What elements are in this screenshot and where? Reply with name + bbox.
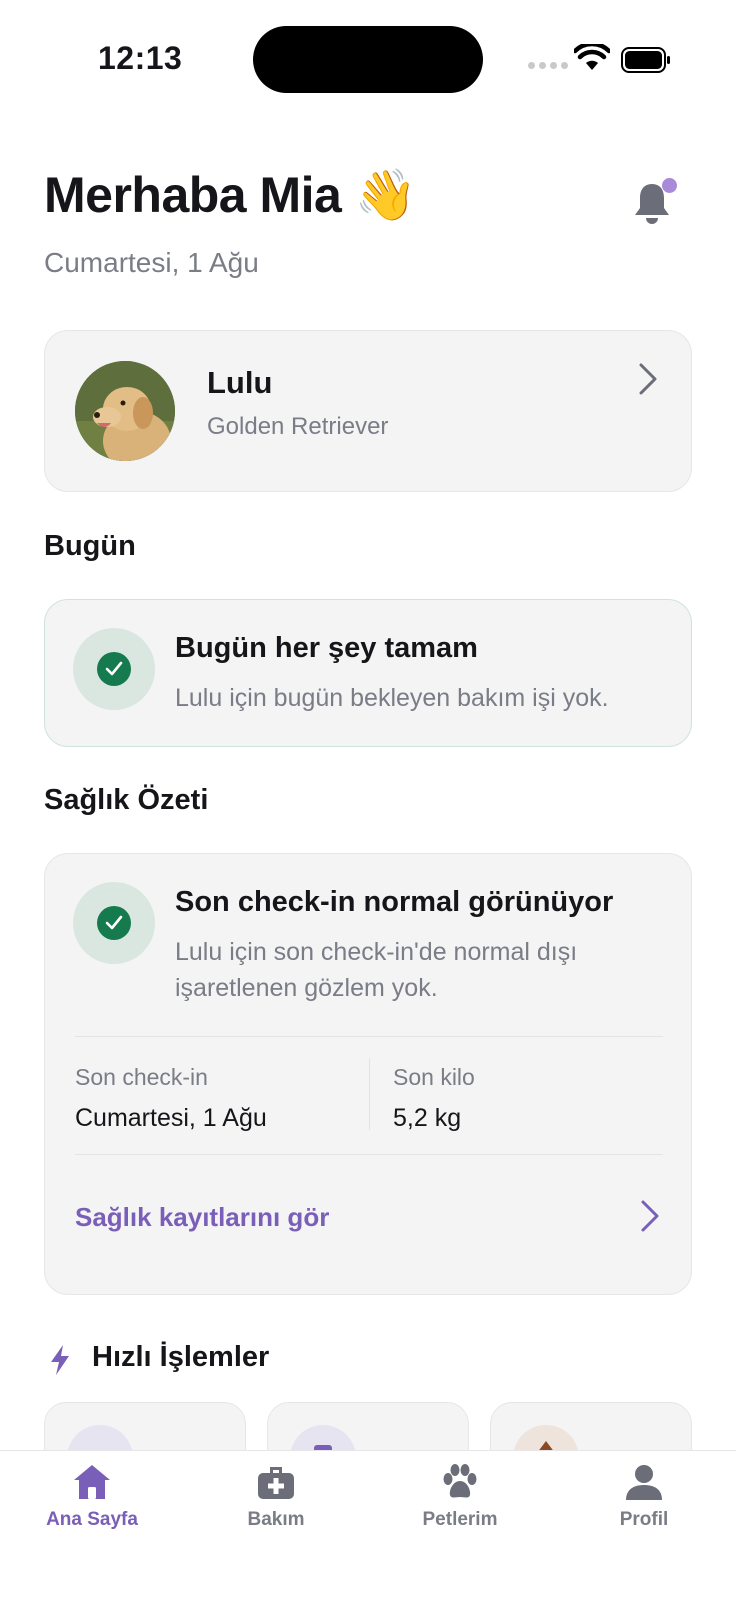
health-status-description-line2: işaretlenen gözlem yok. bbox=[175, 974, 438, 1002]
dynamic-island bbox=[253, 26, 483, 93]
pet-name: Lulu bbox=[207, 365, 273, 400]
check-badge bbox=[73, 628, 155, 710]
last-checkin-label: Son check-in bbox=[75, 1064, 208, 1090]
chevron-right-icon bbox=[641, 1200, 659, 1232]
health-status-title: Son check-in normal görünüyor bbox=[175, 886, 614, 918]
battery-icon bbox=[621, 47, 670, 73]
pet-card[interactable]: Lulu Golden Retriever bbox=[44, 330, 692, 492]
today-status-title: Bugün her şey tamam bbox=[175, 632, 478, 664]
health-section-title: Sağlık Özeti bbox=[44, 784, 209, 816]
tab-pets-label: Petlerim bbox=[422, 1509, 498, 1530]
header-date: Cumartesi, 1 Ağu bbox=[44, 247, 259, 278]
bottom-tab-bar: Ana Sayfa Bakım Petlerim Profil bbox=[0, 1450, 736, 1600]
pet-avatar bbox=[75, 361, 175, 461]
today-status-description: Lulu için bugün bekleyen bakım işi yok. bbox=[175, 684, 609, 712]
chevron-right-icon bbox=[639, 363, 657, 395]
status-time: 12:13 bbox=[98, 40, 183, 76]
lightning-bolt-icon bbox=[51, 1345, 69, 1375]
divider bbox=[75, 1036, 663, 1037]
paw-icon bbox=[443, 1464, 477, 1498]
greeting-title: Merhaba Mia 👋 bbox=[44, 167, 417, 223]
home-icon bbox=[74, 1465, 110, 1499]
divider bbox=[75, 1154, 663, 1155]
check-badge bbox=[73, 882, 155, 964]
cellular-signal-icon bbox=[528, 62, 568, 69]
first-aid-kit-icon bbox=[258, 1467, 294, 1499]
tab-profile-label: Profil bbox=[619, 1509, 669, 1530]
last-checkin-value: Cumartesi, 1 Ağu bbox=[75, 1104, 267, 1132]
divider bbox=[369, 1058, 370, 1130]
tab-pets[interactable]: Petlerim bbox=[385, 1463, 535, 1553]
tab-home-label: Ana Sayfa bbox=[46, 1509, 138, 1530]
health-records-link-label: Sağlık kayıtlarını gör bbox=[75, 1202, 330, 1232]
today-status-card: Bugün her şey tamam Lulu için bugün bekl… bbox=[44, 599, 692, 747]
quick-actions-title: Hızlı İşlemler bbox=[92, 1341, 270, 1373]
today-section-title: Bugün bbox=[44, 530, 136, 562]
tab-home[interactable]: Ana Sayfa bbox=[17, 1463, 167, 1553]
last-weight-label: Son kilo bbox=[393, 1064, 475, 1090]
tab-care-label: Bakım bbox=[247, 1509, 305, 1530]
checkmark-icon bbox=[97, 906, 131, 940]
health-records-link[interactable]: Sağlık kayıtlarını gör bbox=[75, 1194, 663, 1242]
notification-badge bbox=[662, 178, 677, 193]
pet-breed: Golden Retriever bbox=[207, 413, 389, 440]
status-bar: 12:13 bbox=[0, 0, 736, 120]
checkmark-icon bbox=[97, 652, 131, 686]
tab-care[interactable]: Bakım bbox=[201, 1463, 351, 1553]
health-summary-card: Son check-in normal görünüyor Lulu için … bbox=[44, 853, 692, 1295]
user-icon bbox=[626, 1465, 662, 1500]
wifi-icon bbox=[574, 44, 610, 70]
health-status-description-line1: Lulu için son check-in'de normal dışı bbox=[175, 938, 578, 966]
tab-profile[interactable]: Profil bbox=[569, 1463, 719, 1553]
last-weight-value: 5,2 kg bbox=[393, 1104, 462, 1132]
